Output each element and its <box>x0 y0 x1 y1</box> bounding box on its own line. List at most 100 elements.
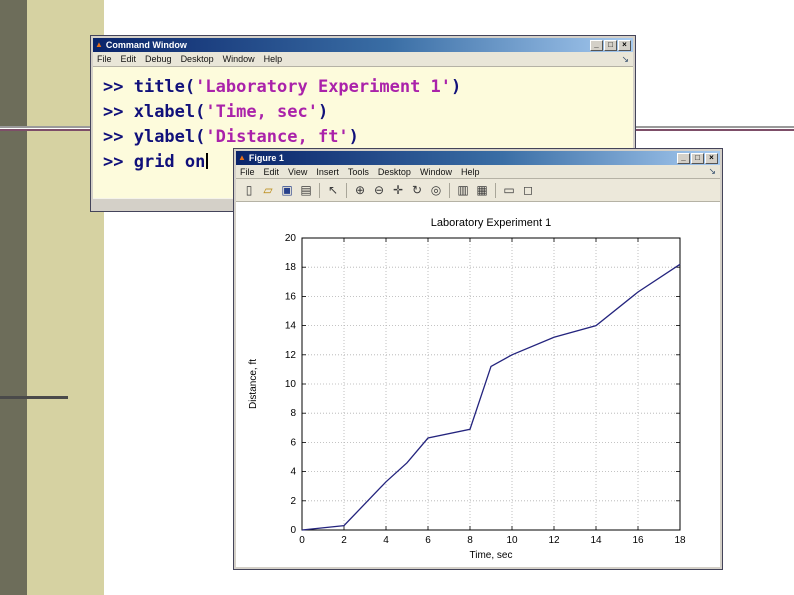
fig-menu-insert[interactable]: Insert <box>316 167 339 177</box>
command-code: >> <box>103 152 134 172</box>
x-tick-label: 0 <box>299 535 305 546</box>
command-code: ) <box>317 102 329 122</box>
maximize-button[interactable]: □ <box>691 152 704 164</box>
y-tick-label: 8 <box>290 408 296 419</box>
command-line: >> xlabel('Time, sec') <box>103 100 633 125</box>
command-string: 'Distance, ft' <box>205 127 349 147</box>
command-string: 'Laboratory Experiment 1' <box>195 77 452 97</box>
y-tick-label: 14 <box>285 321 297 332</box>
new-figure-icon[interactable]: ▯ <box>240 181 258 199</box>
y-axis-label: Distance, ft <box>248 359 259 409</box>
figure-window-title: Figure 1 <box>248 153 284 163</box>
cmd-menu-edit[interactable]: Edit <box>121 54 137 64</box>
command-code: >> <box>103 127 134 147</box>
figure-window-menu: File Edit View Insert Tools Desktop Window Help <box>240 167 479 177</box>
figure-window-menubar: File Edit View Insert Tools Desktop Window Help… <box>236 165 720 179</box>
toolbar-separator <box>495 182 496 198</box>
command-code: ) <box>451 77 462 97</box>
command-string: 'Time, sec' <box>205 102 318 122</box>
zoom-out-icon[interactable]: ⊖ <box>370 181 388 199</box>
command-code: ) <box>348 127 359 147</box>
command-window-menu: File Edit Debug Desktop Window Help <box>97 54 282 64</box>
command-code: grid on <box>133 152 206 172</box>
command-window-titlebar[interactable]: ▲ Command Window _ □ × <box>93 38 633 52</box>
edit-plot-icon[interactable]: ↖ <box>324 181 342 199</box>
data-line <box>301 263 681 531</box>
x-tick-label: 14 <box>590 535 602 546</box>
y-tick-label: 4 <box>290 467 296 478</box>
command-line: >> ylabel('Distance, ft') <box>103 125 633 150</box>
y-tick-label: 2 <box>290 496 296 507</box>
dock-icon[interactable]: ↘ <box>621 54 629 64</box>
figure-icon: ▲ <box>238 153 246 162</box>
command-code: >> <box>103 102 134 122</box>
show-plot-tools-icon[interactable]: ◻ <box>519 181 537 199</box>
close-button[interactable]: × <box>705 152 718 164</box>
matlab-icon: ▲ <box>95 40 103 49</box>
cmd-menu-desktop[interactable]: Desktop <box>181 54 214 64</box>
command-code: ylabel( <box>133 127 206 147</box>
cmd-menu-help[interactable]: Help <box>264 54 283 64</box>
figure-window: ▲ Figure 1 _ □ × File Edit View Insert Tools De… <box>233 148 723 570</box>
legend-icon[interactable]: ▦ <box>473 181 491 199</box>
y-tick-label: 16 <box>285 291 297 302</box>
command-code: title( <box>133 77 196 97</box>
rotate-3d-icon[interactable]: ↻ <box>408 181 426 199</box>
cmd-menu-window[interactable]: Window <box>223 54 255 64</box>
y-tick-label: 0 <box>290 525 296 536</box>
x-axis-label: Time, sec <box>470 550 513 561</box>
close-button[interactable]: × <box>618 39 631 51</box>
command-code: xlabel( <box>133 102 206 122</box>
print-figure-icon[interactable]: ▤ <box>297 181 315 199</box>
figure-plot[interactable]: 0 2 4 6 8 10 12 14 16 18 0 2 4 6 8 10 12 14 16 18 20 Laborato… <box>236 202 720 567</box>
fig-menu-edit[interactable]: Edit <box>264 167 280 177</box>
command-window-controls: _ □ × <box>590 39 631 51</box>
colorbar-icon[interactable]: ▥ <box>454 181 472 199</box>
dock-icon[interactable]: ↘ <box>708 167 716 176</box>
x-tick-label: 4 <box>383 535 389 546</box>
figure-window-controls: _ □ × <box>677 152 718 164</box>
y-tick-label: 18 <box>285 262 297 273</box>
slide-background: ▲ Command Window _ □ × File Edit Debug Deskto… <box>0 0 794 595</box>
x-tick-label: 6 <box>425 535 431 546</box>
cmd-menu-file[interactable]: File <box>97 54 112 64</box>
minimize-button[interactable]: _ <box>677 152 690 164</box>
command-window-menubar: File Edit Debug Desktop Window Help ↘ <box>93 52 633 67</box>
y-tick-label: 20 <box>285 233 297 244</box>
data-cursor-icon[interactable]: ◎ <box>427 181 445 199</box>
text-cursor <box>206 153 209 169</box>
fig-menu-desktop[interactable]: Desktop <box>378 167 411 177</box>
y-tick-label: 10 <box>285 379 297 390</box>
cmd-menu-debug[interactable]: Debug <box>145 54 172 64</box>
fig-menu-help[interactable]: Help <box>461 167 480 177</box>
x-tick-label: 10 <box>506 535 518 546</box>
x-tick-label: 16 <box>632 535 644 546</box>
fig-menu-tools[interactable]: Tools <box>348 167 369 177</box>
toolbar-separator <box>346 182 347 198</box>
zoom-in-icon[interactable]: ⊕ <box>351 181 369 199</box>
toolbar-separator <box>449 182 450 198</box>
x-tick-label: 8 <box>467 535 473 546</box>
maximize-button[interactable]: □ <box>604 39 617 51</box>
fig-menu-file[interactable]: File <box>240 167 255 177</box>
plot-title: Laboratory Experiment 1 <box>431 217 551 229</box>
fig-menu-window[interactable]: Window <box>420 167 452 177</box>
minimize-button[interactable]: _ <box>590 39 603 51</box>
x-tick-label: 18 <box>674 535 686 546</box>
fig-menu-view[interactable]: View <box>288 167 307 177</box>
x-tick-label: 2 <box>341 535 347 546</box>
command-window-title: Command Window <box>105 40 187 50</box>
figure-window-titlebar[interactable]: ▲ Figure 1 _ □ × <box>236 151 720 165</box>
command-code: >> <box>103 77 134 97</box>
pan-icon[interactable]: ✛ <box>389 181 407 199</box>
save-figure-icon[interactable]: ▣ <box>278 181 296 199</box>
figure-toolbar: ▯ ▱ ▣ ▤ ↖ ⊕ ⊖ ✛ ↻ ◎ ▥ ▦ ▭ ◻ <box>236 179 720 202</box>
y-tick-label: 6 <box>290 437 296 448</box>
command-line: >> title('Laboratory Experiment 1') <box>103 75 633 100</box>
y-tick-label: 12 <box>285 350 297 361</box>
toolbar-separator <box>319 182 320 198</box>
figure-plot-area[interactable]: 0 2 4 6 8 10 12 14 16 18 0 2 4 6 8 10 12 14 16 18 20 Laborato… <box>236 202 720 567</box>
hide-plot-tools-icon[interactable]: ▭ <box>500 181 518 199</box>
open-file-icon[interactable]: ▱ <box>259 181 277 199</box>
decorative-line-left <box>0 396 68 399</box>
